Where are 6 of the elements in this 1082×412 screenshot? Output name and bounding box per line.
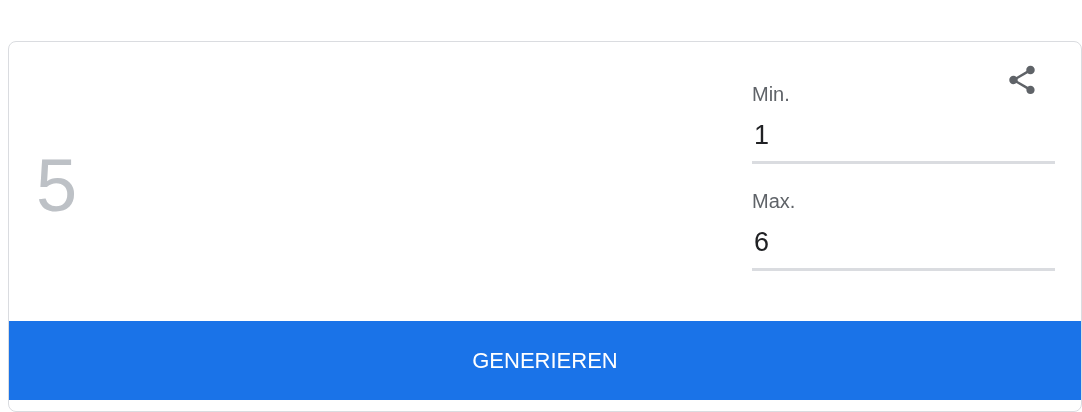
generate-button[interactable]: GENERIEREN bbox=[9, 321, 1081, 400]
field-label: Max. bbox=[752, 191, 796, 211]
result-number: 5 bbox=[36, 149, 78, 223]
field-label: Min. bbox=[752, 84, 790, 104]
number-field[interactable]: 1 bbox=[752, 112, 1055, 164]
number-field[interactable]: 6 bbox=[752, 219, 1055, 271]
